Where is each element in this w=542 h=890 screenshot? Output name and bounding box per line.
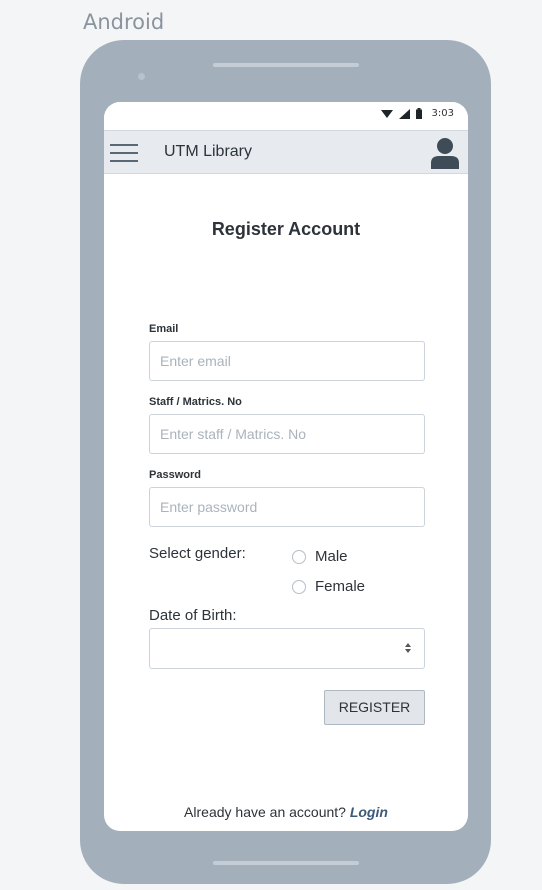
status-time: 3:03	[431, 108, 454, 119]
bottom-speaker	[213, 861, 359, 865]
login-link[interactable]: Login	[350, 804, 388, 820]
mockup-canvas: Android 3:03 UTM Library Register Accoun…	[0, 0, 542, 890]
radio-circle-icon[interactable]	[292, 579, 306, 594]
phone-screen: 3:03 UTM Library Register Account Email	[104, 102, 468, 831]
status-icons: 3:03	[380, 108, 454, 119]
gender-radio-male[interactable]: Male	[292, 548, 348, 565]
select-arrows-icon	[405, 643, 411, 653]
top-speaker	[213, 63, 359, 67]
camera-dot	[138, 73, 145, 80]
password-input[interactable]	[149, 487, 425, 527]
email-label: Email	[149, 323, 179, 335]
app-bar: UTM Library	[104, 130, 468, 174]
phone-frame: 3:03 UTM Library Register Account Email	[80, 40, 491, 884]
staff-no-input[interactable]	[149, 414, 425, 454]
password-label: Password	[149, 469, 201, 481]
gender-radio-female[interactable]: Female	[292, 578, 365, 595]
dob-select[interactable]	[149, 628, 425, 669]
register-button[interactable]: REGISTER	[324, 690, 425, 725]
dob-label: Date of Birth:	[149, 607, 237, 624]
signal-icon	[398, 108, 410, 119]
platform-label: Android	[83, 10, 165, 34]
status-bar: 3:03	[104, 102, 468, 130]
battery-icon	[415, 108, 422, 119]
radio-label-male: Male	[315, 548, 348, 565]
email-input[interactable]	[149, 341, 425, 381]
wifi-icon	[380, 109, 393, 118]
radio-circle-icon[interactable]	[292, 549, 306, 564]
form-heading: Register Account	[211, 219, 361, 239]
hamburger-menu-icon[interactable]	[110, 144, 138, 162]
login-prompt: Already have an account? Login	[104, 804, 468, 820]
app-title: UTM Library	[164, 143, 253, 160]
login-prompt-text: Already have an account?	[184, 804, 346, 820]
radio-label-female: Female	[315, 578, 366, 595]
staff-no-label: Staff / Matrics. No	[149, 396, 242, 408]
user-profile-icon[interactable]	[430, 137, 460, 169]
gender-label: Select gender:	[149, 545, 246, 562]
